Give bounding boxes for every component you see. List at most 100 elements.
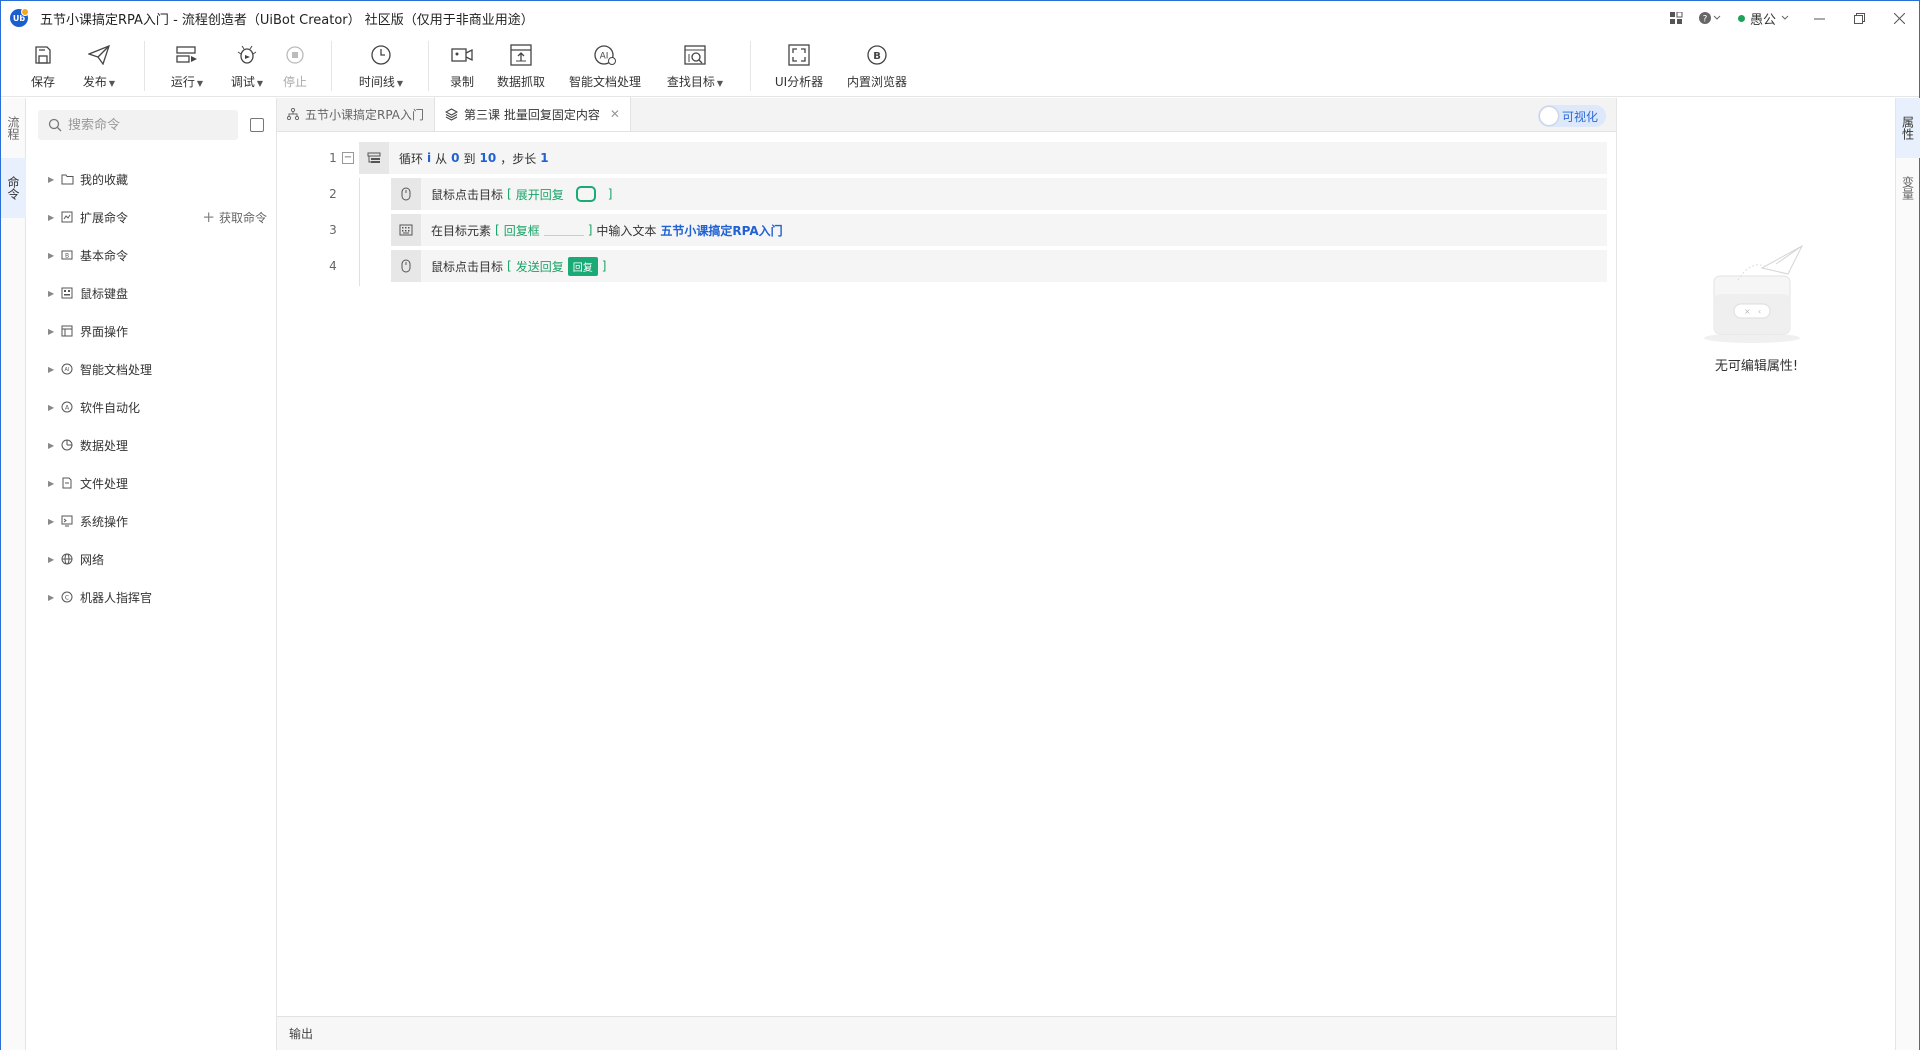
restore-button[interactable]: [1839, 1, 1879, 35]
title-bar: Ub 五节小课搞定RPA入门 - 流程创造者（UiBot Creator） 社区…: [1, 1, 1919, 35]
command-category[interactable]: ▶ B 基本命令: [26, 236, 277, 274]
command-category[interactable]: ▶ C 机器人指挥官: [26, 578, 277, 616]
svg-text:C: C: [65, 595, 69, 602]
svg-text:B: B: [873, 51, 881, 62]
expand-arrow-icon[interactable]: ▶: [48, 213, 58, 222]
expand-arrow-icon[interactable]: ▶: [48, 175, 58, 184]
user-menu[interactable]: 愚公: [1728, 9, 1799, 28]
expand-arrow-icon[interactable]: ▶: [48, 403, 58, 412]
rail-tab-command[interactable]: 命令: [1, 158, 26, 218]
expand-arrow-icon[interactable]: ▶: [48, 593, 58, 602]
app-window: Ub 五节小课搞定RPA入门 - 流程创造者（UiBot Creator） 社区…: [0, 0, 1920, 1050]
code-line[interactable]: 4 鼠标点击目标 [ 发送回复 回复 ]: [277, 250, 1616, 286]
expand-arrow-icon[interactable]: ▶: [48, 327, 58, 336]
window-icon: [60, 324, 74, 338]
mouse-icon: [391, 250, 421, 282]
apps-grid-icon[interactable]: [1662, 1, 1692, 35]
stop-button[interactable]: 停止: [281, 35, 309, 97]
command-category[interactable]: ▶ 界面操作: [26, 312, 277, 350]
command-category-label: 机器人指挥官: [80, 590, 153, 605]
smart-doc-button[interactable]: AI 智能文档处理: [569, 35, 641, 97]
input-text-value[interactable]: 五节小课搞定RPA入门: [660, 222, 782, 239]
command-category[interactable]: ▶ 网络: [26, 540, 277, 578]
expand-arrow-icon[interactable]: ▶: [48, 517, 58, 526]
command-category-label: 基本命令: [80, 248, 129, 263]
save-icon: [31, 43, 55, 67]
bracket: [: [507, 259, 512, 273]
close-button[interactable]: [1879, 1, 1919, 35]
target-element[interactable]: [ 回复框 ]: [495, 222, 592, 239]
target-name: 回复框: [503, 223, 540, 238]
mouse-click-statement[interactable]: 鼠标点击目标 [ 展开回复 ]: [391, 178, 1607, 210]
command-category[interactable]: ▶ 扩展命令 + 获取命令: [26, 198, 277, 236]
find-target-button[interactable]: 查找目标 ▼: [665, 35, 725, 97]
code-line[interactable]: 1 − 循环 i 从 0 到 10 ，步长 1: [277, 142, 1616, 178]
svg-text:A: A: [65, 405, 70, 412]
pie-icon: [60, 438, 74, 452]
expand-arrow-icon[interactable]: ▶: [48, 479, 58, 488]
left-rail: 流程 命令: [1, 98, 26, 1050]
app-logo-text: Ub: [12, 13, 26, 23]
loop-statement[interactable]: 循环 i 从 0 到 10 ，步长 1: [359, 142, 1607, 174]
rail-tab-flow[interactable]: 流程: [1, 98, 26, 158]
find-target-icon: [683, 43, 707, 67]
run-label: 运行 ▼: [170, 75, 204, 89]
timeline-button[interactable]: 时间线 ▼: [356, 35, 406, 97]
save-button[interactable]: 保存: [29, 35, 57, 97]
loop-from-value[interactable]: 0: [451, 151, 459, 165]
target-element[interactable]: [ 发送回复 回复 ]: [507, 256, 606, 276]
rail-tab-variables[interactable]: 变量: [1896, 158, 1920, 218]
command-search[interactable]: [38, 110, 238, 140]
target-element[interactable]: [ 展开回复 ]: [507, 186, 612, 203]
expand-arrow-icon[interactable]: ▶: [48, 555, 58, 564]
command-category[interactable]: ▶ A 软件自动化: [26, 388, 277, 426]
tab-lesson-three[interactable]: 第三课 批量回复固定内容 ✕: [434, 97, 631, 131]
mouse-click-statement[interactable]: 鼠标点击目标 [ 发送回复 回复 ]: [391, 250, 1607, 282]
tab-main-flow[interactable]: 五节小课搞定RPA入门: [277, 97, 434, 131]
code-lines: 1 − 循环 i 从 0 到 10 ，步长 1 2 鼠标点击目标 [展开回复 …: [277, 142, 1616, 286]
visualize-toggle[interactable]: 可视化: [1537, 105, 1606, 127]
record-label: 录制: [449, 75, 474, 89]
record-button[interactable]: 录制: [449, 35, 475, 97]
expand-arrow-icon[interactable]: ▶: [48, 365, 58, 374]
expand-arrow-icon[interactable]: ▶: [48, 441, 58, 450]
collapse-all-icon[interactable]: [250, 118, 264, 132]
publish-button[interactable]: 发布 ▼: [79, 35, 119, 97]
code-line[interactable]: 3 在目标元素 [ 回复框 ] 中输入文本 五节小课搞定RPA入门: [277, 214, 1616, 250]
help-icon[interactable]: ?: [1692, 1, 1728, 35]
globe-icon: [60, 552, 74, 566]
built-in-browser-button[interactable]: B 内置浏览器: [847, 35, 907, 97]
collapse-toggle-icon[interactable]: −: [342, 152, 354, 164]
line-number: 2: [329, 187, 337, 201]
target-thumbnail: [543, 224, 584, 236]
search-input[interactable]: [68, 117, 228, 133]
loop-icon: [359, 142, 389, 174]
loop-variable[interactable]: i: [427, 151, 431, 165]
smart-doc-label: 智能文档处理: [569, 75, 642, 89]
command-category[interactable]: ▶ 我的收藏: [26, 160, 277, 198]
command-category[interactable]: ▶ 数据处理: [26, 426, 277, 464]
rail-tab-properties[interactable]: 属性: [1896, 98, 1920, 158]
ui-analyzer-button[interactable]: UI分析器: [773, 35, 825, 97]
data-scrape-label: 数据抓取: [497, 75, 546, 89]
command-category-label: 软件自动化: [80, 400, 141, 415]
get-commands-button[interactable]: + 获取命令: [202, 198, 267, 236]
command-category[interactable]: ▶ 系统操作: [26, 502, 277, 540]
command-category[interactable]: ▶ 文件处理: [26, 464, 277, 502]
expand-arrow-icon[interactable]: ▶: [48, 251, 58, 260]
debug-button[interactable]: 调试 ▼: [227, 35, 267, 97]
loop-step-value[interactable]: 1: [540, 151, 548, 165]
system-icon: [60, 514, 74, 528]
command-category[interactable]: ▶ AI 智能文档处理: [26, 350, 277, 388]
loop-to-value[interactable]: 10: [480, 151, 497, 165]
command-category[interactable]: ▶ 鼠标键盘: [26, 274, 277, 312]
browser-label: 内置浏览器: [847, 75, 908, 89]
run-button[interactable]: 运行 ▼: [167, 35, 207, 97]
close-tab-icon[interactable]: ✕: [610, 107, 620, 121]
expand-arrow-icon[interactable]: ▶: [48, 289, 58, 298]
output-panel-tab[interactable]: 输出: [277, 1016, 1616, 1050]
input-text-statement[interactable]: 在目标元素 [ 回复框 ] 中输入文本 五节小课搞定RPA入门: [391, 214, 1607, 246]
minimize-button[interactable]: [1799, 1, 1839, 35]
code-line[interactable]: 2 鼠标点击目标 [ 展开回复 ]: [277, 178, 1616, 214]
data-scrape-button[interactable]: 数据抓取: [497, 35, 545, 97]
